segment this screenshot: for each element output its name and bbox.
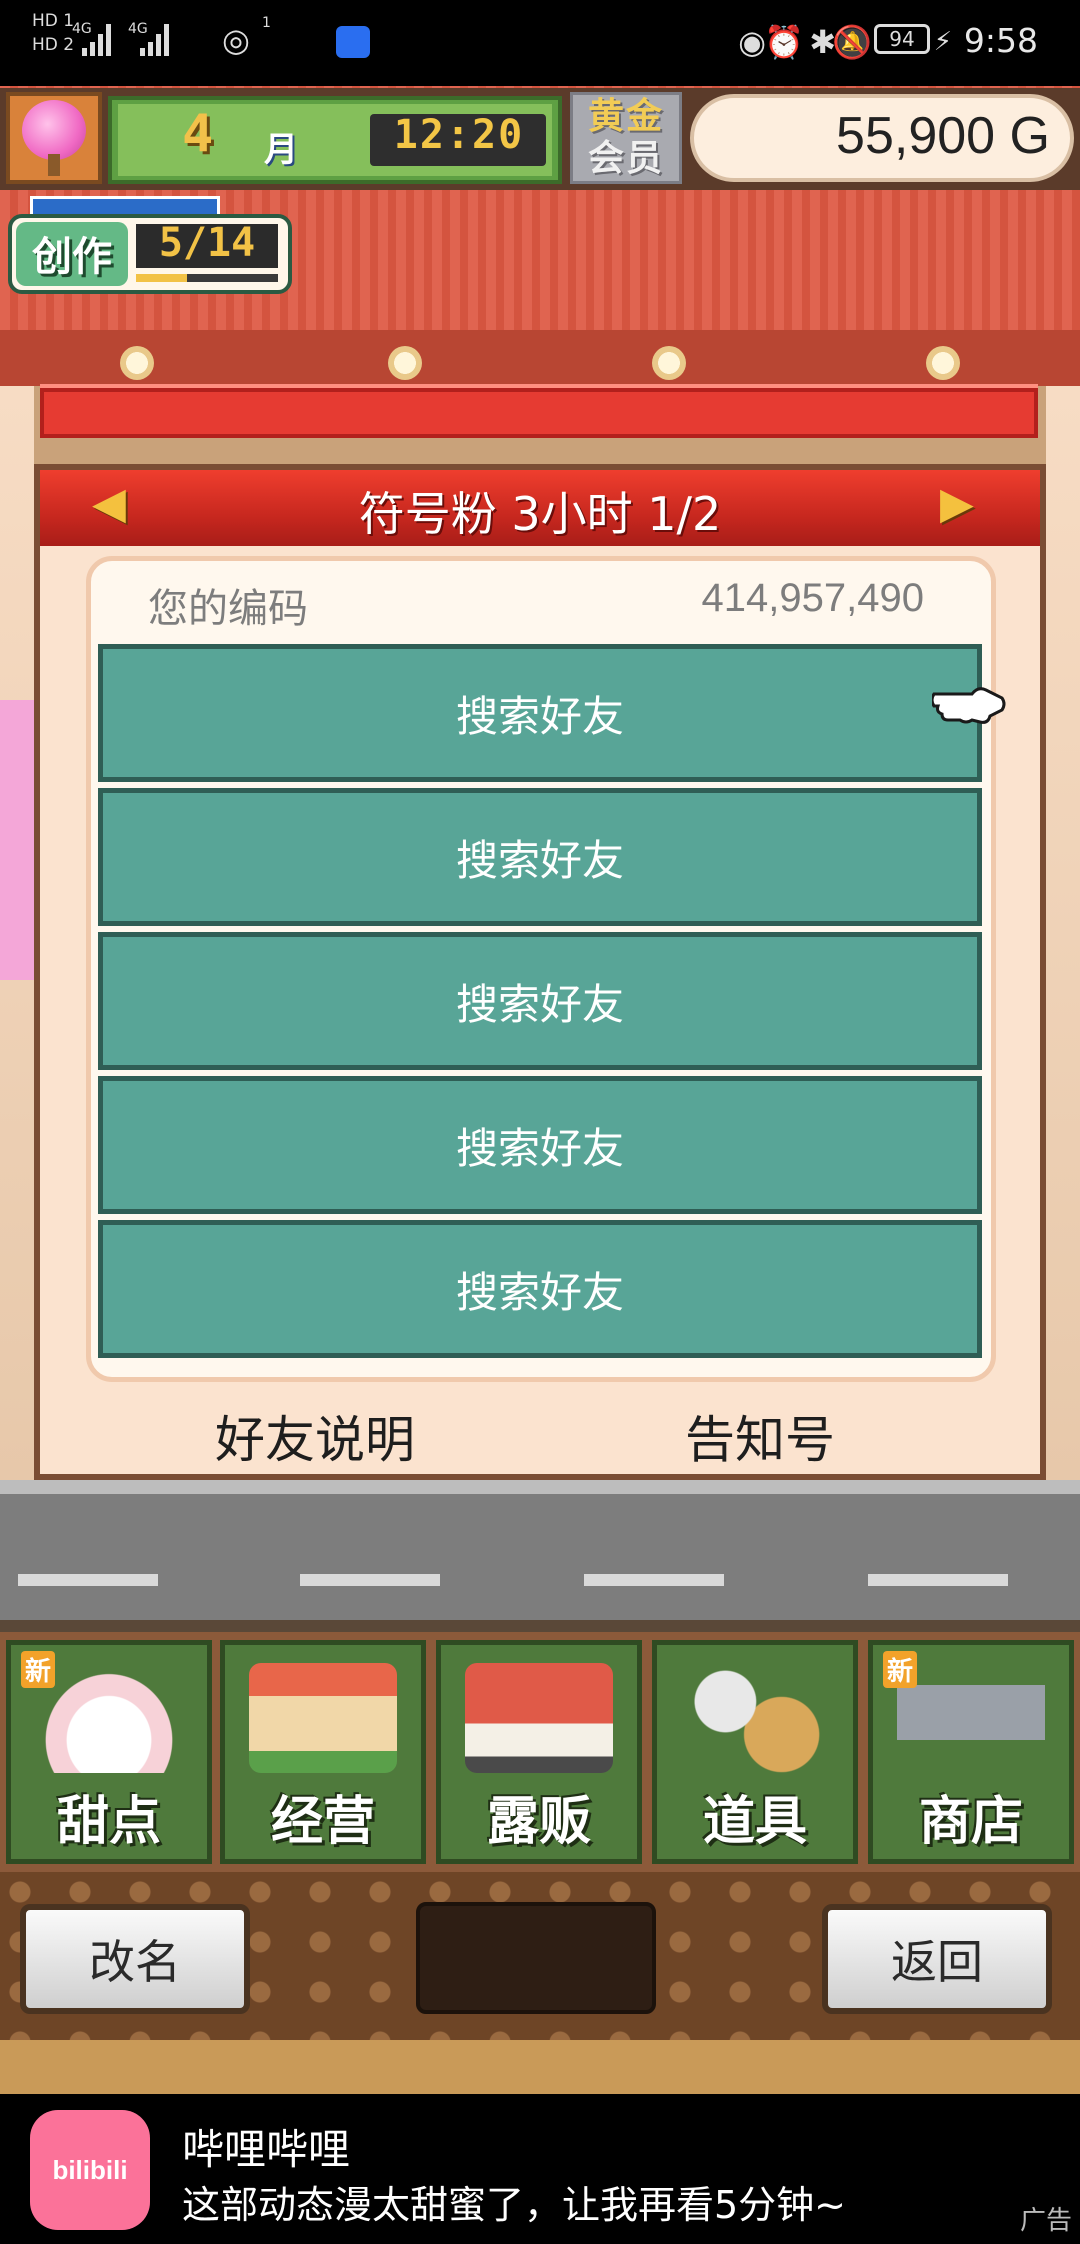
- rename-button[interactable]: 改名: [20, 1904, 250, 2014]
- tree-icon: [22, 100, 86, 160]
- gear-bag-icon: [681, 1663, 829, 1773]
- new-badge: 新: [883, 1651, 918, 1688]
- bilibili-logo-icon[interactable]: bilibili: [30, 2110, 150, 2230]
- new-badge: 新: [21, 1651, 56, 1688]
- menu-label: 露贩: [486, 1792, 591, 1852]
- menu-label: 商店: [918, 1792, 1023, 1852]
- menu-label: 甜点: [56, 1792, 161, 1852]
- battery-indicator: 94: [874, 24, 930, 54]
- street: [0, 1480, 1080, 1632]
- tree-trunk: [48, 154, 60, 176]
- road-dash: [868, 1574, 1008, 1586]
- create-counter: 5/14: [158, 220, 256, 266]
- red-rail: [40, 388, 1038, 438]
- friend-help-link[interactable]: 好友说明: [200, 1400, 430, 1472]
- search-friend-button[interactable]: 搜索好友: [98, 932, 982, 1070]
- menu-label: 道具: [702, 1792, 807, 1852]
- next-page-arrow-icon[interactable]: ▶: [940, 478, 974, 529]
- your-code-value: 414,957,490: [701, 576, 924, 620]
- search-friend-button[interactable]: 搜索好友: [98, 1220, 982, 1358]
- eye-icon: ◉: [738, 23, 766, 61]
- signal-1-icon: [82, 22, 111, 56]
- menu-street-vendor[interactable]: 露贩: [436, 1640, 642, 1864]
- alarm-icon: ⏰: [764, 23, 804, 61]
- month-label: 月: [264, 130, 298, 170]
- create-progress-bar: [136, 274, 278, 282]
- shop-building-icon: [249, 1663, 397, 1773]
- signal-2-icon: [140, 22, 169, 56]
- menu-items[interactable]: 道具: [652, 1640, 858, 1864]
- roof-lamp: [926, 346, 960, 380]
- status-time: 9:58: [963, 21, 1038, 60]
- bottom-trim: [0, 2040, 1080, 2094]
- food-truck-icon: [465, 1663, 613, 1773]
- roof-edge: [0, 330, 1080, 386]
- cherry-tree: [0, 700, 34, 980]
- sidewalk: [0, 1480, 1080, 1494]
- dialog-title: 符号粉 3小时 1/2: [358, 487, 722, 541]
- roof-lamp: [388, 346, 422, 380]
- menu-label: 经营: [270, 1792, 375, 1852]
- hotspot-count: 1: [262, 15, 271, 31]
- money-value: 55,900 G: [836, 107, 1050, 165]
- road-dash: [584, 1574, 724, 1586]
- hotspot-icon: ◎: [222, 21, 250, 59]
- center-slot: [416, 1902, 656, 2014]
- roof-lamp: [652, 346, 686, 380]
- road-edge: [0, 1620, 1080, 1632]
- cake-icon: [35, 1663, 183, 1773]
- search-friend-button[interactable]: 搜索好友: [98, 644, 982, 782]
- mute-icon: 🔕: [832, 23, 872, 61]
- network-speed: 48 B/s: [292, 16, 326, 64]
- your-code-label: 您的编码: [148, 586, 308, 632]
- ad-title[interactable]: 哔哩哔哩: [182, 2116, 350, 2177]
- search-friend-button[interactable]: 搜索好友: [98, 1076, 982, 1214]
- pointer-hand-icon: [932, 687, 1006, 724]
- ad-description[interactable]: 这部动态漫太甜蜜了，让我再看5分钟~: [182, 2174, 846, 2229]
- search-friend-button[interactable]: 搜索好友: [98, 788, 982, 926]
- charging-icon: ⚡: [933, 27, 952, 57]
- sim2-label: HD 2: [32, 35, 75, 55]
- sim1-label: HD 1: [32, 11, 75, 31]
- road-dash: [300, 1574, 440, 1586]
- back-button[interactable]: 返回: [822, 1904, 1052, 2014]
- gold-member-label: 黄金 会员: [587, 96, 664, 179]
- create-progress-fill: [136, 274, 188, 282]
- menu-shop[interactable]: 新 商店: [868, 1640, 1074, 1864]
- month-number: 4: [182, 104, 214, 164]
- ad-label: 广告: [1019, 2206, 1072, 2236]
- shopping-cart-icon: [897, 1663, 1045, 1773]
- road-dash: [18, 1574, 158, 1586]
- create-label: 创作: [32, 234, 112, 280]
- menu-management[interactable]: 经营: [220, 1640, 426, 1864]
- menu-dessert[interactable]: 新 甜点: [6, 1640, 212, 1864]
- roof-lamp: [120, 346, 154, 380]
- baidu-app-icon: [336, 26, 370, 58]
- notify-code-link[interactable]: 告知号: [660, 1400, 860, 1472]
- wall-right: [1046, 386, 1080, 1480]
- game-clock: 12:20: [393, 112, 525, 158]
